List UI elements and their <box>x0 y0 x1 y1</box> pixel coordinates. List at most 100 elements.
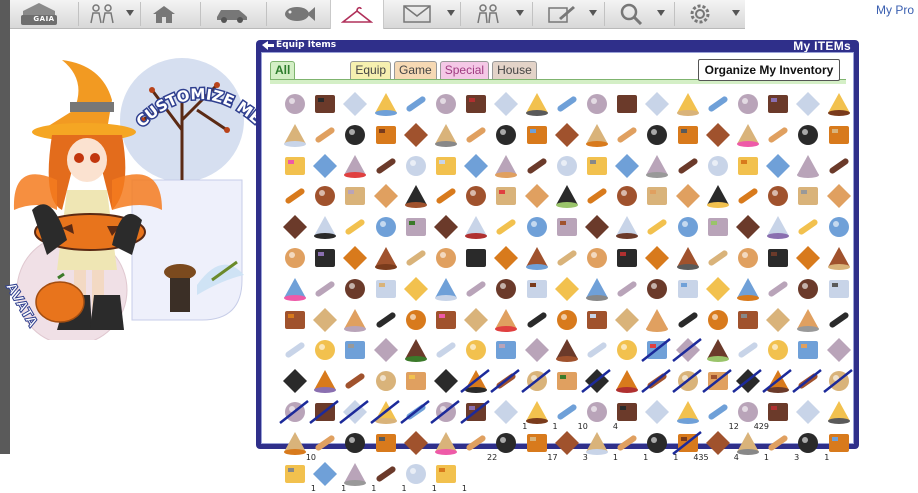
inventory-item[interactable] <box>642 151 672 181</box>
inventory-item[interactable] <box>641 366 672 396</box>
inventory-item[interactable]: 1 <box>582 428 618 462</box>
inventory-item[interactable] <box>703 274 733 304</box>
inventory-item[interactable] <box>522 305 552 335</box>
inventory-item[interactable] <box>612 89 642 119</box>
inventory-item[interactable] <box>733 89 763 119</box>
inventory-item[interactable] <box>491 151 521 181</box>
inventory-item[interactable] <box>280 335 310 365</box>
inventory-item[interactable] <box>824 428 854 458</box>
inventory-item[interactable] <box>824 243 854 273</box>
inventory-item[interactable] <box>612 305 642 335</box>
inventory-item[interactable] <box>461 212 491 242</box>
inventory-item[interactable] <box>763 274 793 304</box>
inventory-item[interactable] <box>641 335 672 365</box>
inventory-item[interactable] <box>582 151 612 181</box>
inventory-item[interactable]: 435 <box>671 428 709 462</box>
inventory-item[interactable] <box>673 181 703 211</box>
inventory-item[interactable] <box>340 181 370 211</box>
inventory-item[interactable] <box>279 397 310 427</box>
inventory-item[interactable] <box>431 120 461 150</box>
inventory-item[interactable]: 22 <box>461 428 497 462</box>
inventory-item[interactable] <box>340 120 370 150</box>
inventory-item[interactable] <box>824 274 854 304</box>
inventory-item[interactable] <box>824 305 854 335</box>
inventory-item[interactable] <box>491 243 521 273</box>
nav-search[interactable] <box>608 0 654 28</box>
tab-house[interactable]: House <box>492 61 537 80</box>
inventory-item[interactable] <box>733 274 763 304</box>
inventory-item[interactable] <box>793 181 823 211</box>
inventory-item[interactable] <box>340 305 370 335</box>
inventory-item[interactable] <box>280 89 310 119</box>
inventory-item[interactable] <box>401 243 431 273</box>
inventory-item[interactable] <box>824 120 854 150</box>
inventory-item[interactable] <box>642 120 672 150</box>
search-menu-caret[interactable] <box>656 7 666 19</box>
inventory-item[interactable] <box>431 274 461 304</box>
inventory-item[interactable] <box>520 366 552 396</box>
inventory-item[interactable] <box>522 274 552 304</box>
inventory-item[interactable] <box>552 243 582 273</box>
inventory-item[interactable] <box>703 243 733 273</box>
inventory-item[interactable] <box>673 397 703 427</box>
inventory-item[interactable] <box>280 212 310 242</box>
inventory-item[interactable] <box>309 397 340 427</box>
nav-settings[interactable] <box>678 0 722 28</box>
inventory-item[interactable] <box>552 305 582 335</box>
inventory-item[interactable] <box>310 243 340 273</box>
tab-special[interactable]: Special <box>439 61 490 80</box>
inventory-item[interactable] <box>703 120 733 150</box>
inventory-item[interactable] <box>733 212 763 242</box>
inventory-item[interactable] <box>461 335 491 365</box>
nav-friends[interactable] <box>82 0 122 28</box>
inventory-item[interactable] <box>431 428 461 458</box>
inventory-item[interactable] <box>522 181 552 211</box>
mail-menu-caret[interactable] <box>446 7 456 19</box>
inventory-item[interactable]: 12 <box>703 397 739 431</box>
inventory-item[interactable] <box>793 335 823 365</box>
inventory-item[interactable] <box>522 212 552 242</box>
inventory-item[interactable] <box>763 89 793 119</box>
inventory-item[interactable] <box>793 305 823 335</box>
inventory-item[interactable] <box>491 428 521 458</box>
inventory-item[interactable] <box>612 366 642 396</box>
inventory-item[interactable] <box>522 120 552 150</box>
inventory-item[interactable] <box>612 151 642 181</box>
inventory-item[interactable] <box>582 243 612 273</box>
inventory-item[interactable]: 1 <box>431 459 467 493</box>
inventory-item[interactable] <box>612 243 642 273</box>
inventory-item[interactable]: 1 <box>612 428 648 462</box>
inventory-item[interactable] <box>642 181 672 211</box>
inventory-item[interactable] <box>612 212 642 242</box>
inventory-item[interactable] <box>491 120 521 150</box>
inventory-item[interactable] <box>673 89 703 119</box>
inventory-item[interactable] <box>401 428 431 458</box>
inventory-item[interactable] <box>582 181 612 211</box>
nav-cars[interactable] <box>204 0 260 28</box>
inventory-item[interactable]: 1 <box>642 428 678 462</box>
inventory-item[interactable] <box>340 212 370 242</box>
inventory-item[interactable] <box>824 89 854 119</box>
inventory-item[interactable] <box>401 212 431 242</box>
inventory-item[interactable]: 1 <box>733 428 769 462</box>
inventory-item[interactable] <box>612 181 642 211</box>
inventory-item[interactable] <box>612 120 642 150</box>
inventory-item[interactable] <box>642 305 672 335</box>
inventory-item[interactable] <box>491 181 521 211</box>
inventory-item[interactable] <box>552 274 582 304</box>
inventory-item[interactable] <box>733 243 763 273</box>
inventory-item[interactable]: 1 <box>401 459 437 493</box>
nav-fishing[interactable] <box>270 0 328 28</box>
inventory-item[interactable] <box>793 120 823 150</box>
inventory-item[interactable] <box>793 151 823 181</box>
inventory-item[interactable] <box>371 120 401 150</box>
inventory-item[interactable] <box>673 243 703 273</box>
inventory-item[interactable] <box>763 305 793 335</box>
inventory-item[interactable] <box>340 151 370 181</box>
inventory-item[interactable] <box>612 335 642 365</box>
nav-mail[interactable] <box>392 0 442 28</box>
inventory-item[interactable] <box>703 305 733 335</box>
inventory-item[interactable] <box>703 335 733 365</box>
inventory-item[interactable] <box>310 274 340 304</box>
inventory-item[interactable] <box>552 366 582 396</box>
